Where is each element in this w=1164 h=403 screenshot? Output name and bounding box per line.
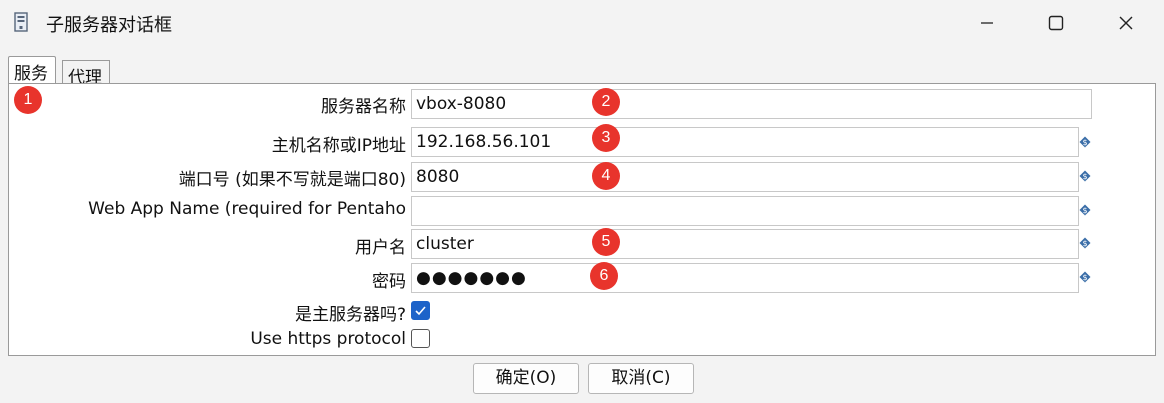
svg-text:$: $: [1082, 273, 1087, 282]
port-input[interactable]: 8080: [411, 162, 1079, 192]
webapp-name-label: Web App Name (required for Pentaho: [88, 199, 406, 219]
variable-icon[interactable]: $: [1079, 237, 1091, 249]
variable-icon[interactable]: $: [1079, 170, 1091, 182]
ok-button[interactable]: 确定(O): [473, 363, 579, 394]
svg-text:$: $: [1082, 206, 1087, 215]
minimize-button[interactable]: [964, 6, 1010, 40]
maximize-button[interactable]: [1033, 6, 1079, 40]
port-label: 端口号 (如果不写就是端口80): [178, 170, 406, 190]
tab-service[interactable]: 服务: [8, 56, 56, 84]
https-label: Use https protocol: [250, 329, 406, 349]
webapp-name-input[interactable]: [411, 196, 1079, 226]
annotation-badge-2: 2: [592, 88, 620, 116]
username-label: 用户名: [355, 238, 406, 258]
server-icon: [14, 12, 28, 32]
password-input[interactable]: ●●●●●●●: [411, 263, 1079, 293]
hostname-input[interactable]: 192.168.56.101: [411, 127, 1079, 157]
maximize-icon: [1048, 15, 1064, 31]
close-button[interactable]: [1103, 6, 1149, 40]
annotation-badge-4: 4: [592, 162, 620, 190]
hostname-label: 主机名称或IP地址: [271, 136, 406, 156]
password-label: 密码: [372, 272, 406, 292]
annotation-badge-6: 6: [590, 262, 618, 290]
https-checkbox[interactable]: [411, 329, 430, 348]
svg-text:$: $: [1082, 239, 1087, 248]
variable-icon[interactable]: $: [1079, 136, 1091, 148]
title-bar: 子服务器对话框: [0, 0, 1164, 46]
minimize-icon: [981, 22, 993, 24]
tab-proxy[interactable]: 代理: [62, 60, 110, 88]
window-title: 子服务器对话框: [46, 15, 172, 36]
is-master-checkbox[interactable]: [411, 301, 430, 320]
cancel-button[interactable]: 取消(C): [588, 363, 694, 394]
close-icon: [1119, 16, 1133, 30]
annotation-badge-1: 1: [14, 86, 42, 114]
server-name-input[interactable]: vbox-8080: [411, 89, 1092, 119]
variable-icon[interactable]: $: [1079, 204, 1091, 216]
tab-strip: 服务 代理: [0, 54, 1164, 88]
svg-text:$: $: [1082, 172, 1087, 181]
server-name-label: 服务器名称: [321, 97, 406, 117]
variable-icon[interactable]: $: [1079, 271, 1091, 283]
checkmark-icon: [415, 306, 426, 316]
is-master-label: 是主服务器吗?: [294, 305, 406, 325]
annotation-badge-3: 3: [592, 124, 620, 152]
annotation-badge-5: 5: [592, 228, 620, 256]
username-input[interactable]: cluster: [411, 229, 1079, 259]
svg-text:$: $: [1082, 138, 1087, 147]
